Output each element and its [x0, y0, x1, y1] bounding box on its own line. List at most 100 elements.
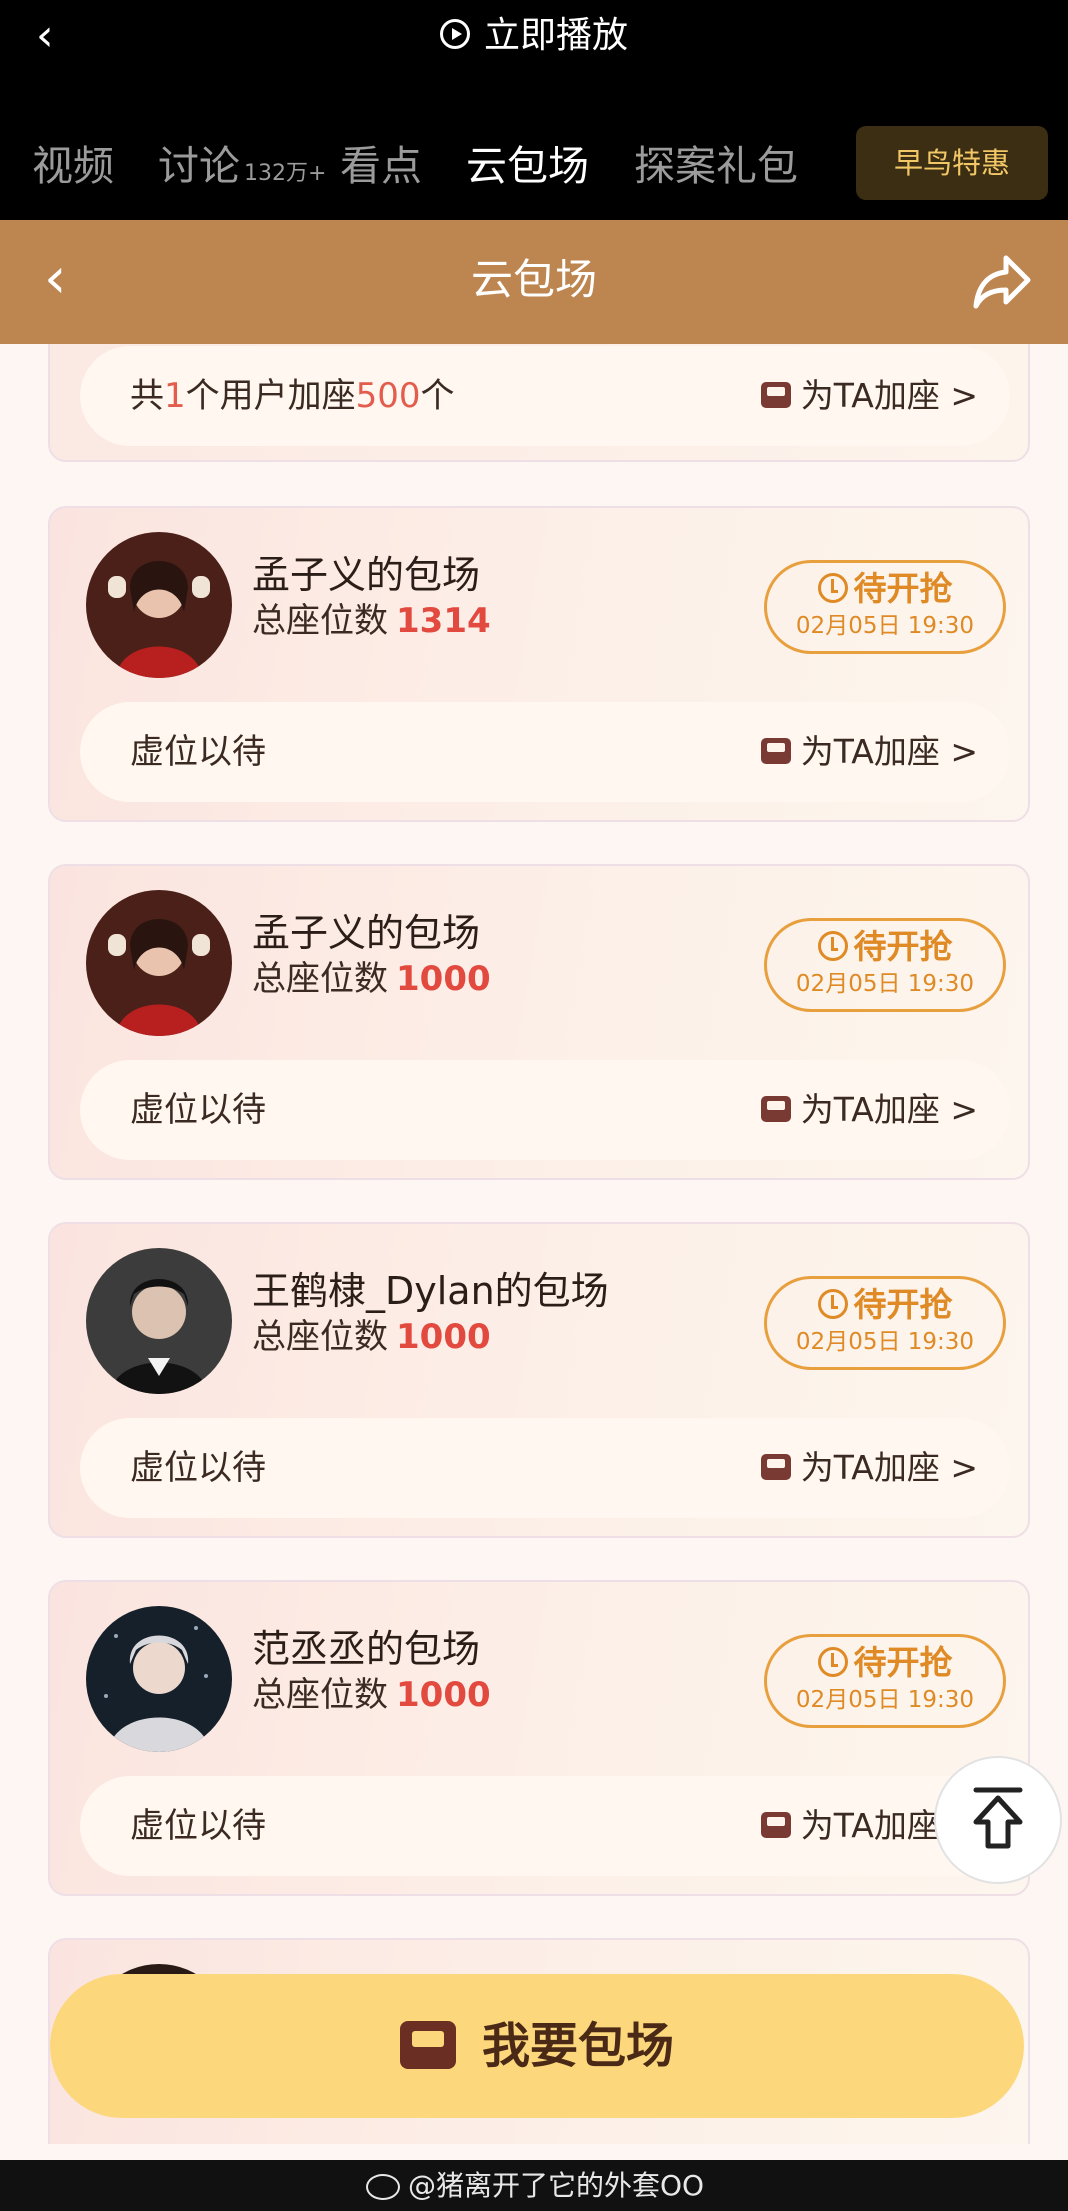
avatar [86, 532, 232, 678]
status-badge[interactable]: 待开抢 02月05日 19:30 [764, 560, 1006, 654]
early-bird-button[interactable]: 早鸟特惠 [856, 126, 1048, 200]
sofa-icon [760, 1453, 791, 1480]
tab-highlights[interactable]: 看点 [340, 136, 422, 196]
waiting-text: 虚位以待 [130, 1806, 266, 1846]
tab-label: 视频 [32, 142, 114, 190]
add-seat-bar: 虚位以待 为TA加座 > [80, 1060, 1010, 1160]
total-seats: 总座位数 1000 [252, 956, 491, 1002]
screening-title: 孟子义的包场 [252, 553, 481, 597]
screening-title: 孟子义的包场 [252, 911, 481, 955]
screening-card-partial: 共1个用户加座500个 为TA加座 > [48, 344, 1030, 462]
seats-label: 总座位数 [252, 1675, 388, 1715]
add-seat-button[interactable]: 为TA加座 > [760, 702, 978, 802]
user-count: 1 [164, 376, 186, 416]
seat-number: 1314 [396, 601, 491, 641]
screening-title: 王鹤棣_Dylan的包场 [252, 1269, 609, 1313]
clock-icon [817, 572, 848, 603]
tab-case-gift[interactable]: 探案礼包 [634, 136, 798, 196]
watermark: @猪离开了它的外套OO [366, 2168, 704, 2204]
status-text: 待开抢 [853, 1643, 953, 1682]
play-icon [439, 19, 470, 49]
avatar [86, 1248, 232, 1394]
add-seat-bar: 虚位以待 为TA加座 > [80, 702, 1010, 802]
total-seats: 总座位数 1314 [252, 598, 491, 644]
add-seat-button[interactable]: 为TA加座 > [760, 346, 978, 446]
watermark-text: @猪离开了它的外套OO [408, 2169, 705, 2202]
sofa-icon [399, 2021, 456, 2069]
arrow-up-icon [973, 1787, 1023, 1849]
add-seat-label: 为TA加座 > [800, 1090, 978, 1129]
status-text: 待开抢 [853, 569, 953, 608]
total-seats: 总座位数 1000 [252, 1672, 491, 1718]
status-badge[interactable]: 待开抢 02月05日 19:30 [764, 1634, 1006, 1728]
add-seat-button[interactable]: 为TA加座 > [760, 1060, 978, 1160]
tab-label: 讨论 [158, 142, 240, 190]
status-label: 待开抢 [767, 1283, 1003, 1327]
status-label: 待开抢 [767, 1641, 1003, 1685]
add-seat-button[interactable]: 为TA加座 > [760, 1418, 978, 1518]
avatar [86, 890, 232, 1036]
add-seat-label: 为TA加座 > [800, 732, 978, 771]
status-label: 待开抢 [767, 567, 1003, 611]
tab-bar: 视频 讨论 132万+ 看点 云包场 探案礼包 早鸟特惠 [0, 126, 1068, 206]
summary-text: 共 [130, 376, 164, 416]
screening-card[interactable]: 孟子义的包场 总座位数 1314 待开抢 02月05日 19:30 虚位以待 为T… [48, 506, 1030, 822]
tab-label: 云包场 [466, 142, 589, 190]
screening-list[interactable]: 共1个用户加座500个 为TA加座 > 孟子义的包场 总座位数 1314 待开抢 … [0, 344, 1068, 2144]
added-seat-count: 500 [355, 376, 421, 416]
screening-card[interactable]: 王鹤棣_Dylan的包场 总座位数 1000 待开抢 02月05日 19:30 虚… [48, 1222, 1030, 1538]
sofa-icon [760, 1811, 791, 1838]
seats-label: 总座位数 [252, 959, 388, 999]
waiting-text: 虚位以待 [130, 732, 266, 772]
play-now-button[interactable]: 立即播放 [0, 8, 1068, 64]
add-seat-label: 为TA加座 > [800, 1448, 978, 1487]
seat-number: 1000 [396, 1675, 491, 1715]
tab-cloud-screening[interactable]: 云包场 [466, 136, 589, 196]
add-seat-bar: 虚位以待 为TA加座 > [80, 1776, 1010, 1876]
clock-icon [817, 1288, 848, 1319]
add-seat-bar: 虚位以待 为TA加座 > [80, 1418, 1010, 1518]
summary-text: 个 [420, 376, 455, 416]
sofa-icon [760, 1095, 791, 1122]
add-seat-label: 为TA加座 > [800, 376, 978, 415]
top-bar: ‹ 立即播放 视频 讨论 132万+ 看点 云包场 探案礼包 早鸟特惠 [0, 0, 1068, 220]
tab-discussion[interactable]: 讨论 132万+ [158, 136, 326, 204]
avatar [86, 1606, 232, 1752]
cta-label: 我要包场 [481, 2018, 674, 2074]
start-time: 02月05日 19:30 [795, 971, 975, 997]
tab-count: 132万+ [244, 161, 327, 186]
waiting-text: 虚位以待 [130, 1090, 266, 1130]
waiting-text: 虚位以待 [130, 1448, 266, 1488]
seats-label: 总座位数 [252, 601, 388, 641]
tab-video[interactable]: 视频 [32, 136, 114, 196]
tab-label: 看点 [340, 142, 422, 190]
total-seats: 总座位数 1000 [252, 1314, 491, 1360]
clock-icon [817, 1646, 848, 1677]
screening-card[interactable]: 范丞丞的包场 总座位数 1000 待开抢 02月05日 19:30 虚位以待 为T… [48, 1580, 1030, 1896]
page-header: ‹ 云包场 [0, 220, 1068, 344]
page-title: 云包场 [470, 255, 597, 304]
start-time: 02月05日 19:30 [795, 1329, 975, 1355]
summary-text: 个用户加座 [185, 376, 356, 416]
screening-title: 范丞丞的包场 [252, 1627, 481, 1671]
add-seat-bar: 共1个用户加座500个 为TA加座 > [80, 346, 1010, 446]
screening-card[interactable]: 孟子义的包场 总座位数 1000 待开抢 02月05日 19:30 虚位以待 为T… [48, 864, 1030, 1180]
status-badge[interactable]: 待开抢 02月05日 19:30 [764, 1276, 1006, 1370]
play-now-label: 立即播放 [483, 15, 628, 56]
status-label: 待开抢 [767, 925, 1003, 969]
sofa-icon [760, 381, 791, 408]
sofa-icon [760, 737, 791, 764]
seat-number: 1000 [396, 1317, 491, 1357]
book-screening-button[interactable]: 我要包场 [50, 1974, 1024, 2118]
share-icon[interactable] [972, 250, 1032, 310]
tab-label: 探案礼包 [634, 142, 798, 190]
status-badge[interactable]: 待开抢 02月05日 19:30 [764, 918, 1006, 1012]
seats-label: 总座位数 [252, 1317, 388, 1357]
status-text: 待开抢 [853, 1285, 953, 1324]
seat-number: 1000 [396, 959, 491, 999]
scroll-to-top-button[interactable] [934, 1756, 1062, 1884]
start-time: 02月05日 19:30 [795, 613, 975, 639]
clock-icon [817, 930, 848, 961]
weibo-icon [366, 2174, 400, 2200]
status-text: 待开抢 [853, 927, 953, 966]
